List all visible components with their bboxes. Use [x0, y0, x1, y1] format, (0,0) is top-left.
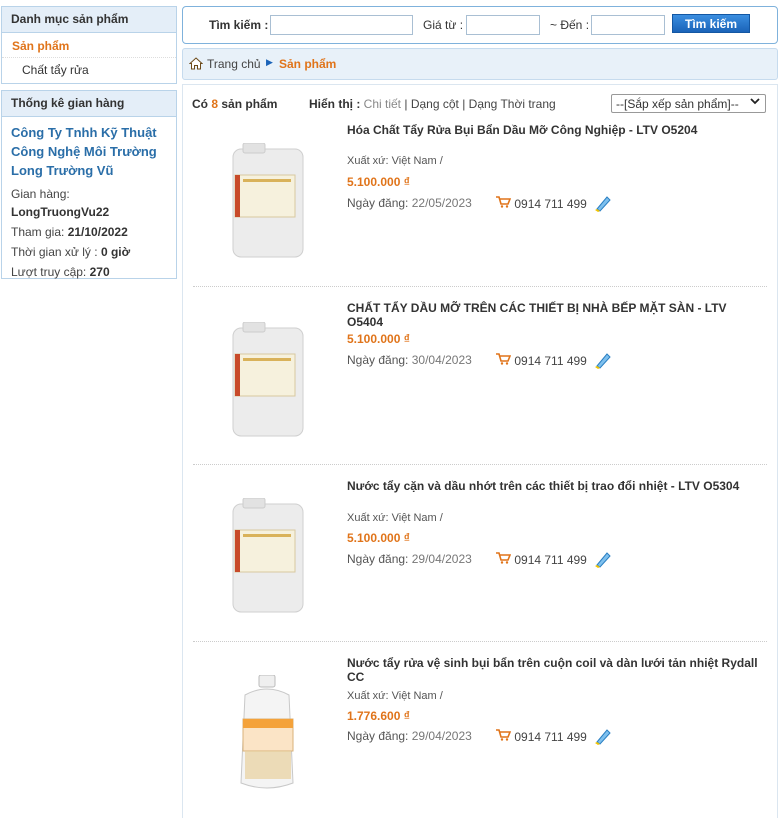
- date-label: Ngày đăng:: [347, 353, 409, 367]
- product-origin: Xuất xứ: Việt Nam /: [347, 155, 443, 167]
- breadcrumb-arrow-icon: ▶: [266, 57, 273, 67]
- product-item: Nước tẩy rửa vệ sinh bụi bẩn trên cuộn c…: [193, 641, 767, 818]
- product-date: Ngày đăng: 29/04/2023: [347, 729, 472, 743]
- search-input[interactable]: [270, 15, 413, 35]
- shop-name-link[interactable]: Công Ty Tnhh Kỹ Thuật Công Nghệ Môi Trườ…: [2, 117, 176, 184]
- product-phone[interactable]: 0914 711 499: [495, 353, 587, 368]
- category-link-san-pham[interactable]: Sản phẩm: [2, 33, 176, 58]
- process-time-row: Thời gian xử lý : 0 giờ: [2, 242, 176, 262]
- product-date: Ngày đăng: 29/04/2023: [347, 552, 472, 566]
- phone-number: 0914 711 499: [514, 354, 587, 368]
- breadcrumb-current: Sản phẩm: [279, 57, 337, 71]
- count-suffix: sản phẩm: [221, 97, 278, 111]
- product-item: CHẤT TẨY DẦU MỠ TRÊN CÁC THIẾT BỊ NHÀ BẾ…: [193, 286, 767, 465]
- product-image[interactable]: [223, 143, 313, 261]
- product-title-link[interactable]: Nước tẩy cặn và dầu nhớt trên các thiết …: [347, 479, 762, 493]
- visits-label: Lượt truy cập:: [11, 265, 87, 279]
- date-label: Ngày đăng:: [347, 196, 409, 210]
- shop-id-label: Gian hàng:: [11, 187, 70, 201]
- edit-brush-icon[interactable]: [593, 193, 613, 216]
- view-column-link[interactable]: Dạng cột: [411, 97, 459, 111]
- shop-stats-panel: Thống kê gian hàng Công Ty Tnhh Kỹ Thuật…: [1, 90, 177, 279]
- product-image[interactable]: [223, 498, 313, 616]
- home-icon[interactable]: [188, 57, 204, 73]
- edit-brush-icon[interactable]: [593, 726, 613, 749]
- product-phone[interactable]: 0914 711 499: [495, 729, 587, 744]
- product-origin: Xuất xứ: Việt Nam /: [347, 690, 443, 702]
- sort-select[interactable]: --[Sắp xếp sản phẩm]--: [611, 94, 766, 113]
- category-link-chat-tay-rua[interactable]: Chất tẩy rửa: [2, 58, 176, 83]
- phone-number: 0914 711 499: [514, 553, 587, 567]
- date-label: Ngày đăng:: [347, 729, 409, 743]
- view-label: Hiển thị :: [309, 97, 361, 111]
- price-to-input[interactable]: [591, 15, 665, 35]
- count-prefix: Có: [192, 97, 208, 111]
- category-panel-title: Danh mục sản phẩm: [2, 7, 176, 33]
- product-title-link[interactable]: CHẤT TẨY DẦU MỠ TRÊN CÁC THIẾT BỊ NHÀ BẾ…: [347, 301, 762, 329]
- product-price: 5.100.000 ₫: [347, 332, 410, 346]
- product-phone[interactable]: 0914 711 499: [495, 552, 587, 567]
- price-from-label: Giá từ :: [423, 18, 464, 32]
- edit-brush-icon[interactable]: [593, 549, 613, 572]
- category-panel: Danh mục sản phẩm Sản phẩm Chất tẩy rửa: [1, 6, 177, 84]
- view-mode: Hiển thị : Chi tiết | Dạng cột | Dạng Th…: [309, 97, 556, 111]
- product-date: Ngày đăng: 22/05/2023: [347, 196, 472, 210]
- product-date: Ngày đăng: 30/04/2023: [347, 353, 472, 367]
- visits-row: Lượt truy cập: 270: [2, 262, 176, 282]
- price-to-label: ~ Đến :: [550, 18, 590, 32]
- product-item: Hóa Chất Tẩy Rửa Bụi Bẩn Dầu Mỡ Công Ngh…: [193, 119, 767, 287]
- breadcrumb-home[interactable]: Trang chủ: [207, 57, 261, 71]
- date-value: 29/04/2023: [411, 552, 472, 566]
- process-time-value: 0 giờ: [100, 245, 131, 259]
- date-value: 30/04/2023: [411, 353, 472, 367]
- price-from-input[interactable]: [466, 15, 540, 35]
- cart-icon: [495, 353, 512, 368]
- date-value: 22/05/2023: [411, 196, 472, 210]
- product-count: Có 8 sản phẩm: [192, 97, 277, 111]
- shop-stats-title: Thống kê gian hàng: [2, 91, 176, 117]
- process-time-label: Thời gian xử lý :: [11, 245, 98, 259]
- visits-value: 270: [89, 265, 110, 279]
- cart-icon: [495, 196, 512, 211]
- product-price: 5.100.000 ₫: [347, 531, 410, 545]
- breadcrumb: Trang chủ ▶ Sản phẩm: [182, 48, 778, 80]
- count-number: 8: [211, 97, 219, 111]
- product-origin: Xuất xứ: Việt Nam /: [347, 512, 443, 524]
- product-title-link[interactable]: Hóa Chất Tẩy Rửa Bụi Bẩn Dầu Mỡ Công Ngh…: [347, 123, 762, 137]
- search-label: Tìm kiếm :: [209, 18, 269, 32]
- date-value: 29/04/2023: [411, 729, 472, 743]
- product-price: 5.100.000 ₫: [347, 175, 410, 189]
- product-list: Có 8 sản phẩm Hiển thị : Chi tiết | Dạng…: [182, 84, 778, 818]
- cart-icon: [495, 729, 512, 744]
- product-item: Nước tẩy cặn và dầu nhớt trên các thiết …: [193, 464, 767, 642]
- product-title-link[interactable]: Nước tẩy rửa vệ sinh bụi bẩn trên cuộn c…: [347, 656, 762, 684]
- phone-number: 0914 711 499: [514, 197, 587, 211]
- view-detail-link[interactable]: Chi tiết: [364, 97, 401, 111]
- chevron-down-icon: [750, 96, 760, 108]
- search-button[interactable]: Tìm kiếm: [672, 14, 750, 33]
- join-date-label: Tham gia:: [11, 225, 65, 239]
- join-date-row: Tham gia: 21/10/2022: [2, 222, 176, 242]
- product-phone[interactable]: 0914 711 499: [495, 196, 587, 211]
- search-bar: Tìm kiếm : Giá từ : ~ Đến : Tìm kiếm: [182, 6, 778, 44]
- join-date-value: 21/10/2022: [67, 225, 128, 239]
- edit-brush-icon[interactable]: [593, 350, 613, 373]
- shop-id-value: LongTruongVu22: [11, 205, 110, 219]
- cart-icon: [495, 552, 512, 567]
- product-image[interactable]: [223, 675, 313, 793]
- date-label: Ngày đăng:: [347, 552, 409, 566]
- product-price: 1.776.600 ₫: [347, 709, 410, 723]
- phone-number: 0914 711 499: [514, 730, 587, 744]
- view-fashion-link[interactable]: Dạng Thời trang: [469, 97, 556, 111]
- product-image[interactable]: [223, 322, 313, 440]
- shop-id-row: Gian hàng: LongTruongVu22: [2, 184, 176, 222]
- sort-select-label: --[Sắp xếp sản phẩm]--: [616, 97, 739, 111]
